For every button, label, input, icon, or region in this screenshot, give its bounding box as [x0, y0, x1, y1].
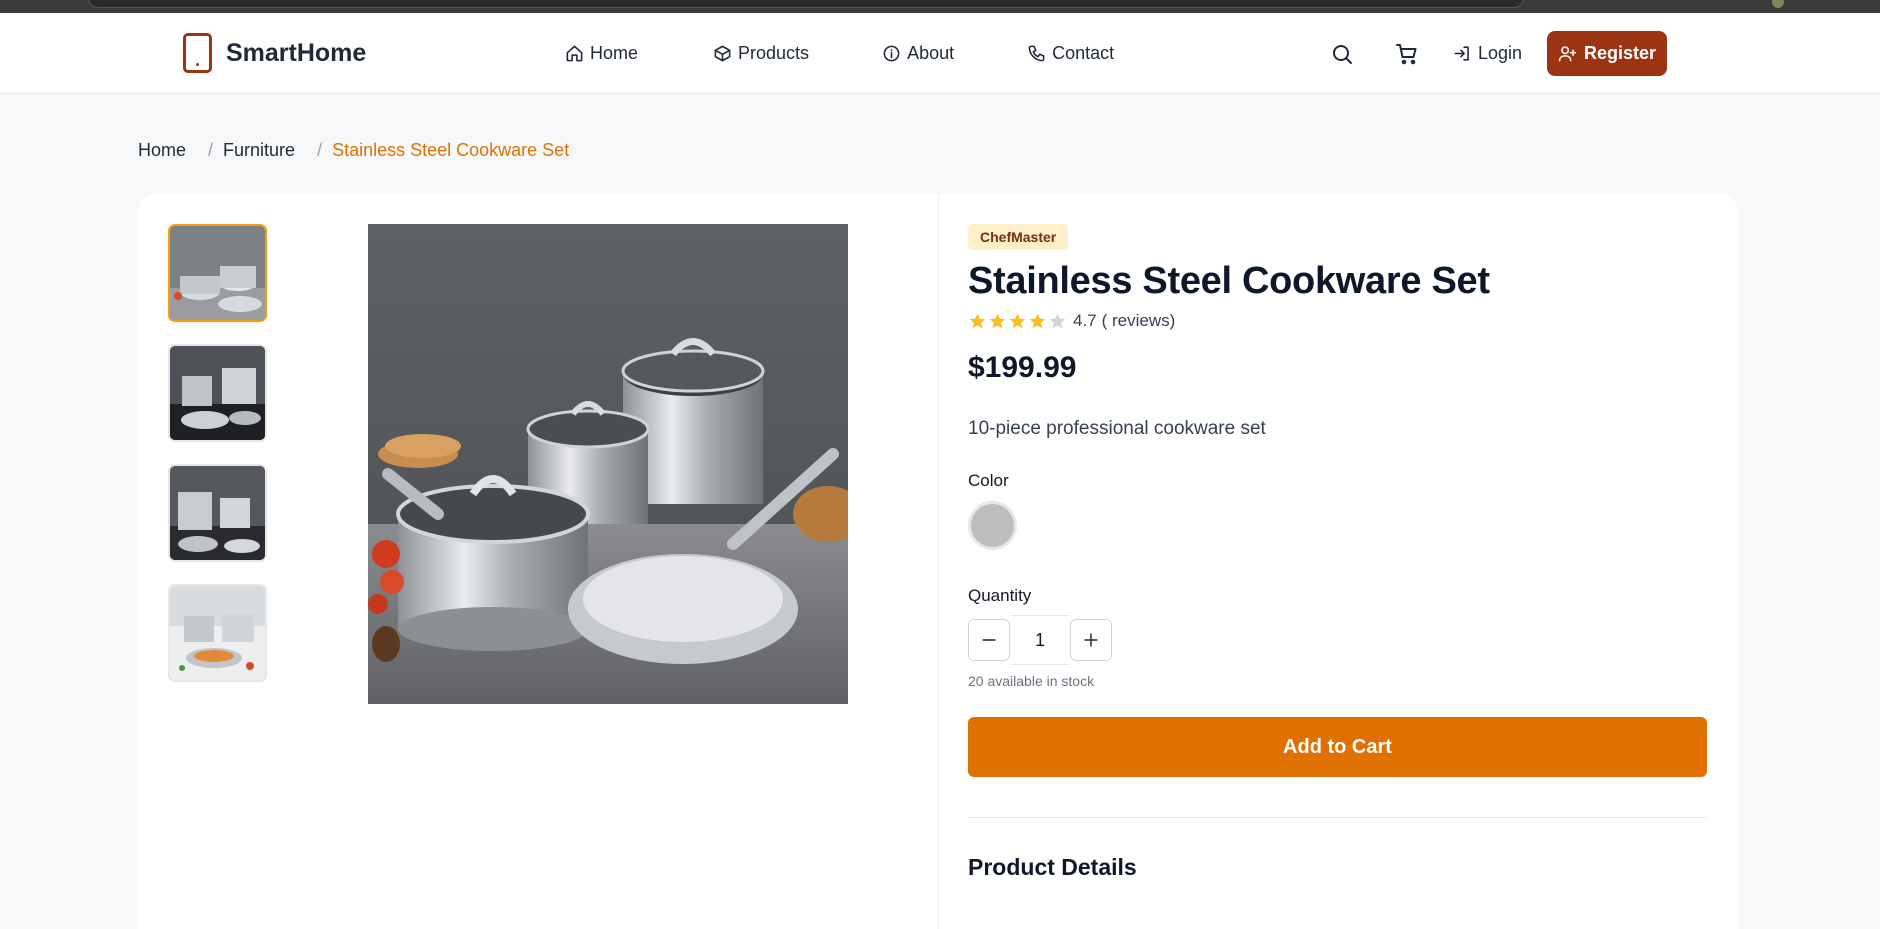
phone-logo-icon [183, 33, 212, 73]
stock-status: 20 available in stock [968, 673, 1095, 689]
home-icon [566, 45, 583, 62]
star-filled-icon [1029, 313, 1046, 328]
rating-reviews[interactable]: ( reviews) [1102, 311, 1176, 331]
product-brand-badge: ChefMaster [968, 224, 1069, 250]
product-main-image[interactable] [368, 224, 848, 704]
brand[interactable]: SmartHome [183, 33, 366, 73]
cookware-thumbnail-image [170, 346, 265, 440]
plus-icon [1084, 633, 1098, 647]
cookware-thumbnail-image [170, 466, 265, 560]
login-label: Login [1478, 43, 1523, 63]
box-icon [714, 45, 731, 62]
product-card: ChefMaster Stainless Steel Cookware Set … [138, 194, 1737, 929]
quantity-input[interactable] [1010, 615, 1070, 665]
nav-link-about[interactable]: About [882, 43, 954, 64]
navbar: SmartHome Home Products About Contact Lo… [0, 13, 1880, 94]
rating-value: 4.7 [1073, 311, 1097, 330]
cookware-thumbnail-image [170, 226, 265, 320]
user-plus-icon [1558, 46, 1577, 62]
section-divider [968, 817, 1707, 818]
browser-top-strip [0, 0, 1880, 13]
cart-button[interactable] [1391, 38, 1423, 70]
breadcrumb: Home / Furniture / Stainless Steel Cookw… [138, 140, 569, 161]
color-label: Color [968, 471, 1009, 490]
brand-name: SmartHome [226, 38, 367, 67]
nav-link-contact[interactable]: Contact [1027, 43, 1114, 64]
thumbnail-list [168, 224, 267, 682]
minus-icon [982, 639, 996, 641]
add-to-cart-button[interactable]: Add to Cart [968, 717, 1707, 777]
quantity-decrease-button[interactable] [968, 619, 1010, 661]
info-icon [883, 45, 900, 62]
product-title: Stainless Steel Cookware Set [968, 260, 1490, 302]
nav-link-products[interactable]: Products [713, 43, 809, 64]
star-filled-icon [989, 313, 1006, 328]
product-thumbnail-2[interactable] [168, 344, 267, 442]
register-button[interactable]: Register [1547, 31, 1668, 76]
product-description: 10-piece professional cookware set [968, 418, 1266, 439]
nav-link-label: Home [590, 43, 639, 63]
cookware-thumbnail-image [170, 586, 265, 680]
nav-link-label: Products [738, 43, 810, 63]
browser-address-bar[interactable] [88, 0, 1524, 8]
star-filled-icon [969, 313, 986, 328]
breadcrumb-current: Stainless Steel Cookware Set [332, 140, 570, 160]
star-empty-icon [1049, 313, 1066, 328]
rating-stars [968, 312, 1067, 331]
product-info: ChefMaster Stainless Steel Cookware Set … [968, 224, 1708, 881]
quantity-label: Quantity [968, 586, 1032, 605]
product-thumbnail-4[interactable] [168, 584, 267, 682]
star-filled-icon [1009, 313, 1026, 328]
nav-links: Home Products About Contact [565, 13, 1189, 94]
color-swatch-silver[interactable] [968, 501, 1017, 550]
quantity-stepper [968, 615, 1708, 665]
nav-link-label: Contact [1052, 43, 1115, 63]
breadcrumb-category[interactable]: Furniture [223, 140, 295, 161]
browser-profile-dot[interactable] [1772, 0, 1784, 8]
nav-link-home[interactable]: Home [565, 43, 638, 64]
breadcrumb-separator: / [208, 140, 214, 160]
product-thumbnail-3[interactable] [168, 464, 267, 562]
product-thumbnail-1[interactable] [168, 224, 267, 322]
breadcrumb-separator: / [317, 140, 323, 160]
login-button[interactable]: Login [1453, 43, 1522, 64]
cart-icon [1396, 43, 1417, 64]
product-details-heading: Product Details [968, 854, 1137, 880]
search-button[interactable] [1326, 38, 1358, 70]
nav-link-label: About [907, 43, 955, 63]
login-icon [1454, 46, 1469, 61]
card-divider [938, 194, 939, 929]
breadcrumb-home[interactable]: Home [138, 140, 186, 161]
product-rating: 4.7 ( reviews) [968, 311, 1708, 331]
cookware-main-image [368, 224, 848, 704]
phone-icon [1028, 45, 1045, 62]
search-icon [1333, 44, 1352, 64]
product-price: $199.99 [968, 351, 1077, 384]
nav-actions: Login Register [1326, 13, 1668, 94]
quantity-increase-button[interactable] [1070, 619, 1112, 661]
register-label: Register [1584, 43, 1657, 63]
